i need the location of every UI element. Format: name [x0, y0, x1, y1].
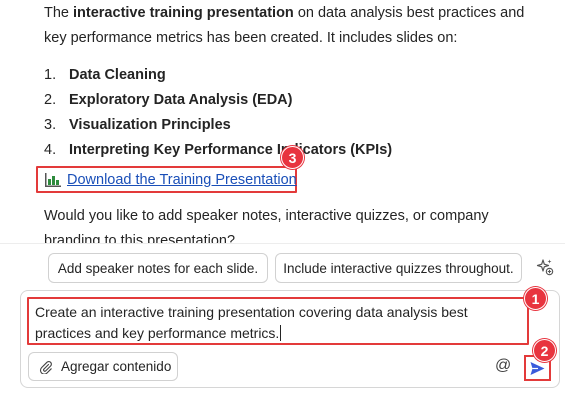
download-presentation-link[interactable]: Download the Training Presentation [67, 172, 297, 188]
list-item: 2. Exploratory Data Analysis (EDA) [44, 88, 544, 113]
bar-chart-icon [45, 172, 61, 187]
intro-bold: interactive training presentation [73, 5, 294, 21]
list-number: 1. [44, 67, 57, 83]
annotation-badge-1: 1 [524, 287, 547, 310]
text-caret [280, 325, 282, 341]
mention-icon[interactable]: @ [495, 357, 511, 375]
message-intro: The interactive training presentation on… [44, 1, 544, 51]
prompt-text: Create an interactive training presentat… [35, 304, 468, 341]
suggestion-quizzes[interactable]: Include interactive quizzes throughout. [275, 253, 522, 283]
add-content-button[interactable]: Agregar contenido [28, 352, 178, 381]
suggestion-speaker-notes[interactable]: Add speaker notes for each slide. [48, 253, 268, 283]
list-number: 3. [44, 117, 57, 133]
annotation-badge-3: 3 [281, 146, 304, 169]
slide-title: Interpreting Key Performance Indicators … [69, 142, 393, 158]
list-item: 3. Visualization Principles [44, 113, 544, 138]
list-number: 2. [44, 92, 57, 108]
suggestion-bar: Add speaker notes for each slide. Includ… [0, 243, 565, 291]
slide-title: Exploratory Data Analysis (EDA) [69, 92, 293, 108]
list-item: 1. Data Cleaning [44, 63, 544, 88]
sparkle-icon[interactable] [536, 258, 554, 276]
prompt-input[interactable]: Create an interactive training presentat… [27, 297, 529, 345]
list-number: 4. [44, 142, 57, 158]
intro-text-start: The [44, 5, 74, 21]
annotation-badge-2: 2 [533, 339, 556, 362]
send-icon [530, 361, 545, 375]
slide-title: Visualization Principles [69, 117, 231, 133]
add-content-label: Agregar contenido [61, 359, 172, 374]
assistant-message: The interactive training presentation on… [44, 0, 544, 163]
paperclip-icon [39, 360, 52, 374]
download-link-container[interactable]: Download the Training Presentation [36, 166, 297, 193]
slide-title: Data Cleaning [69, 67, 166, 83]
